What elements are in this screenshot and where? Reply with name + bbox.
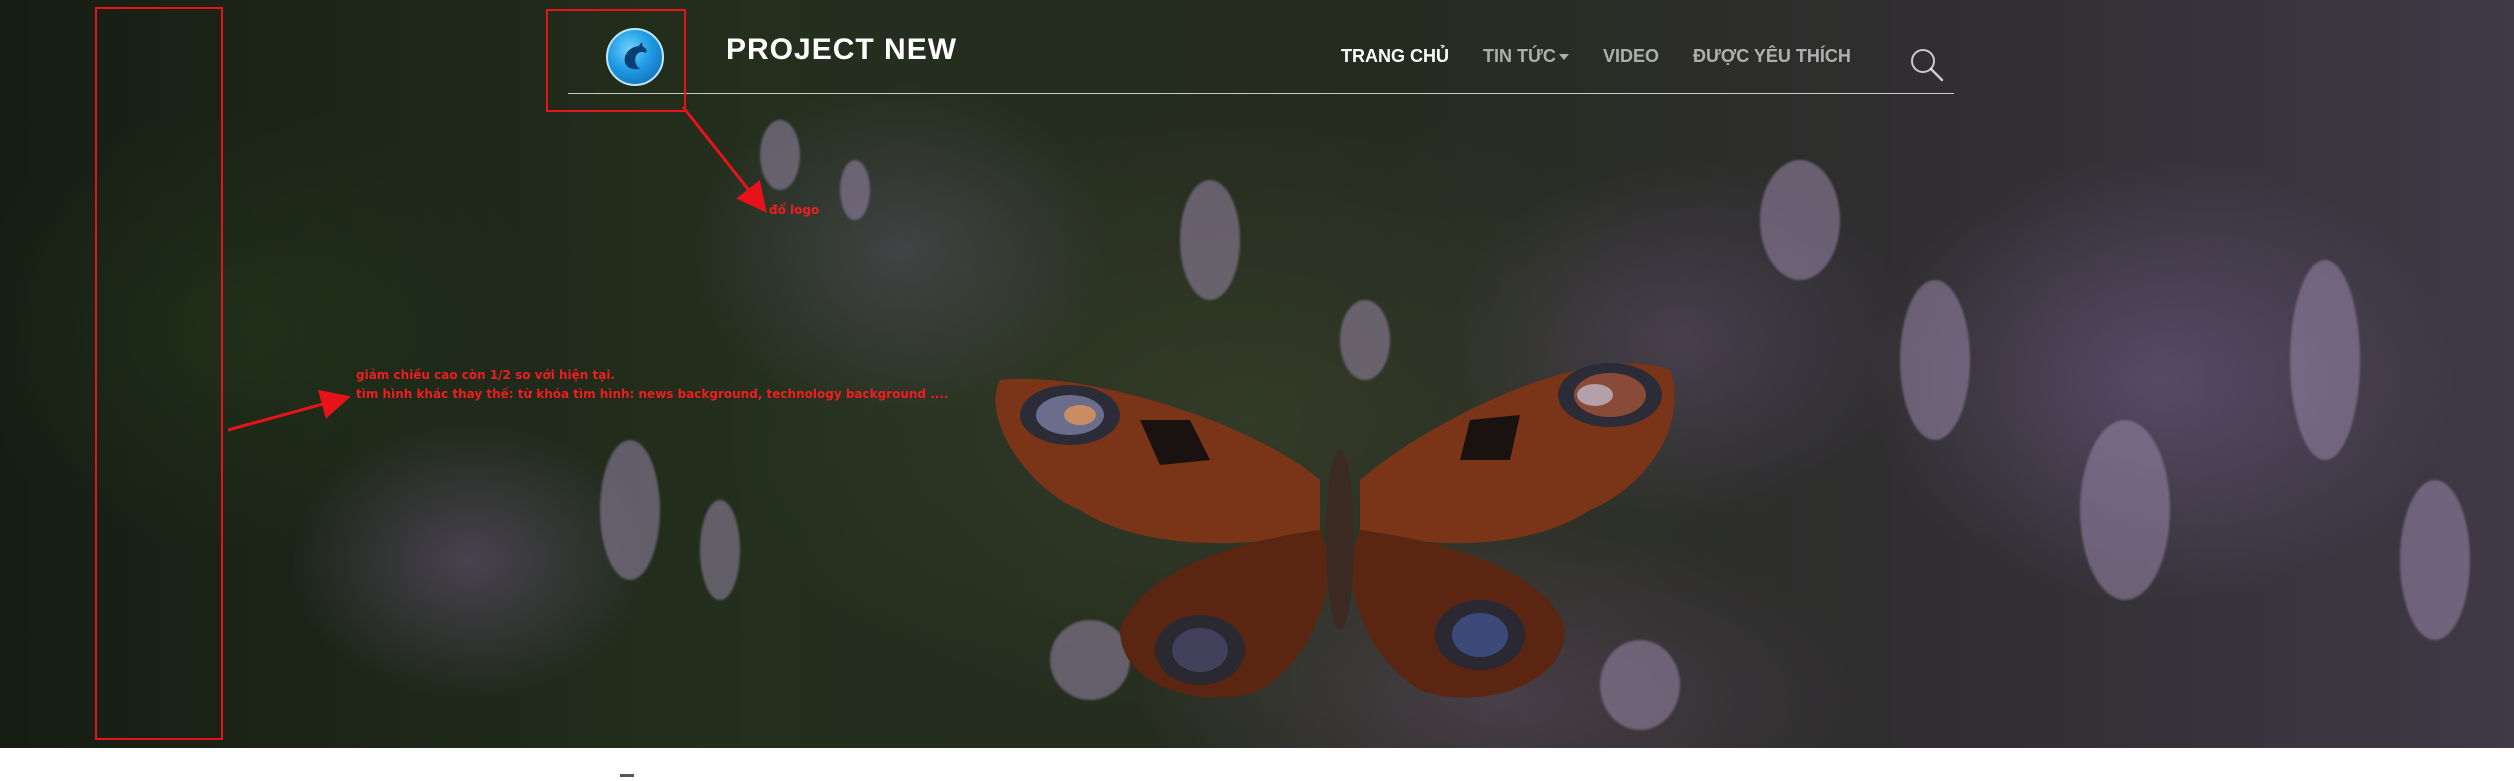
flower-cluster bbox=[600, 440, 660, 580]
site-header: PROJECT NEW TRANG CHỦ TIN TỨC VIDEO ĐƯỢC… bbox=[568, 0, 1954, 94]
nav-item-label: TRANG CHỦ bbox=[1341, 46, 1449, 66]
nav-item-home[interactable]: TRANG CHỦ bbox=[1341, 46, 1449, 67]
flower-cluster bbox=[840, 160, 870, 220]
flower-cluster bbox=[1760, 160, 1840, 280]
nav-item-label: ĐƯỢC YÊU THÍCH bbox=[1692, 46, 1851, 66]
nav-item-label: TIN TỨC bbox=[1483, 46, 1556, 66]
flower-cluster bbox=[2400, 480, 2470, 640]
cut-off-heading bbox=[620, 770, 670, 781]
flower-cluster bbox=[2080, 420, 2170, 600]
search-icon[interactable] bbox=[1906, 44, 1946, 84]
nav-item-news[interactable]: TIN TỨC bbox=[1483, 46, 1569, 67]
nav-item-label: VIDEO bbox=[1602, 46, 1659, 66]
butterfly-image bbox=[995, 363, 1675, 698]
flower-cluster bbox=[760, 120, 800, 190]
page: PROJECT NEW TRANG CHỦ TIN TỨC VIDEO ĐƯỢC… bbox=[0, 0, 2514, 781]
annotation-hero-note-line1: giảm chiều cao còn 1/2 so với hiện tại. bbox=[356, 368, 616, 382]
nav-item-video[interactable]: VIDEO bbox=[1603, 46, 1659, 67]
caret-down-icon bbox=[1558, 54, 1569, 60]
flower-cluster bbox=[700, 500, 740, 600]
flower-cluster bbox=[2290, 260, 2360, 460]
flower-cluster bbox=[1180, 180, 1240, 300]
nav-item-favorites[interactable]: ĐƯỢC YÊU THÍCH bbox=[1693, 46, 1851, 67]
brand-title[interactable]: PROJECT NEW bbox=[726, 33, 957, 67]
annotation-logo-note: đổ logo bbox=[769, 203, 820, 217]
flower-cluster bbox=[1900, 280, 1970, 440]
page-content-area bbox=[0, 748, 2514, 781]
annotation-box-hero bbox=[95, 7, 223, 740]
annotation-hero-note-line2: tìm hình khác thay thế: từ khóa tìm hình… bbox=[356, 387, 949, 401]
annotation-box-logo bbox=[546, 9, 686, 112]
main-nav: TRANG CHỦ TIN TỨC VIDEO ĐƯỢC YÊU THÍCH bbox=[1341, 46, 1885, 67]
